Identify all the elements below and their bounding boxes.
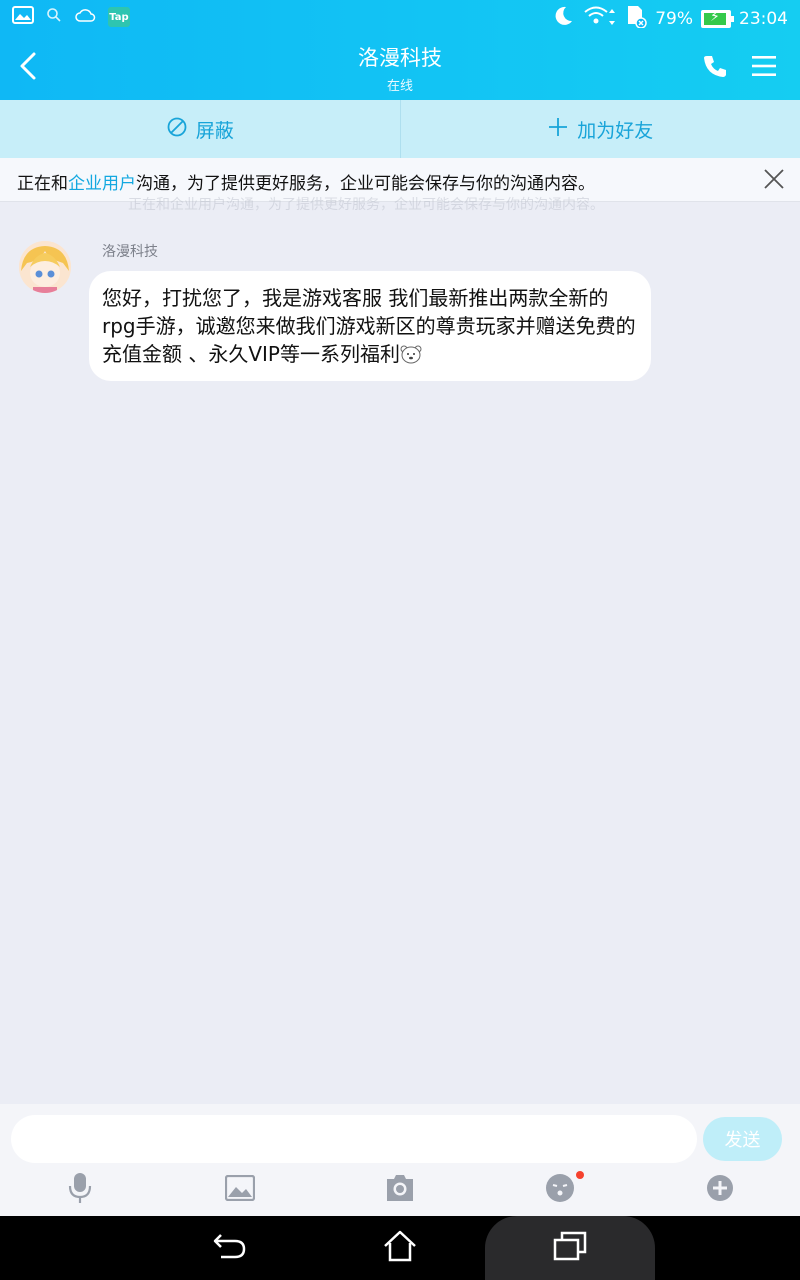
send-button[interactable]: 发送 (703, 1117, 782, 1161)
notice-suffix: 沟通，为了提供更好服务，企业可能会保存与你的沟通内容。 (136, 174, 595, 194)
microphone-icon (66, 1172, 94, 1208)
enterprise-user-link[interactable]: 企业用户 (68, 174, 136, 194)
gallery-icon (12, 6, 34, 28)
more-button[interactable] (702, 1172, 738, 1208)
chat-title: 洛漫科技 在线 (200, 42, 600, 94)
plus-circle-icon (705, 1173, 735, 1207)
recent-apps-icon (553, 1231, 587, 1265)
tap-app-icon: Tap (108, 7, 130, 27)
emoji-icon (545, 1173, 575, 1207)
system-nav-bar (0, 1216, 800, 1280)
status-bar: Tap 79% ⚡ 23:04 (0, 0, 800, 34)
call-button[interactable] (700, 52, 730, 82)
notice-text: 正在和企业用户沟通，为了提供更好服务，企业可能会保存与你的沟通内容。 (17, 169, 595, 194)
contact-name: 洛漫科技 (358, 46, 442, 70)
voice-button[interactable] (62, 1172, 98, 1208)
image-icon (224, 1174, 256, 1205)
nav-back-button[interactable] (200, 1216, 260, 1280)
sender-name: 洛漫科技 (102, 244, 158, 260)
image-button[interactable] (222, 1172, 258, 1208)
battery-percent: 79% (655, 8, 693, 29)
search-icon (46, 7, 62, 27)
message-input[interactable] (11, 1115, 697, 1163)
back-icon (14, 52, 44, 88)
phone-icon (700, 56, 730, 86)
message-body: 您好，打扰您了，我是游戏客服 我们最新推出两款全新的rpg手游，诚邀您来做我们游… (102, 286, 636, 366)
message-text: 您好，打扰您了，我是游戏客服 我们最新推出两款全新的rpg手游，诚邀您来做我们游… (102, 284, 637, 368)
clock: 23:04 (739, 8, 788, 29)
emoji-button[interactable] (542, 1172, 578, 1208)
faded-notice-text: 正在和企业用户沟通，为了提供更好服务，企业可能会保存与你的沟通内容。 (128, 197, 604, 213)
home-icon (383, 1230, 417, 1266)
new-emoji-badge (576, 1171, 584, 1179)
close-icon (762, 169, 786, 195)
message-bubble[interactable]: 您好，打扰您了，我是游戏客服 我们最新推出两款全新的rpg手游，诚邀您来做我们游… (89, 271, 651, 381)
battery-icon: ⚡ (701, 9, 734, 28)
avatar[interactable] (19, 241, 71, 293)
plus-icon (547, 116, 569, 143)
close-notice-button[interactable] (762, 167, 786, 191)
undo-back-icon (213, 1231, 247, 1265)
back-button[interactable] (14, 48, 44, 84)
nav-recent-button[interactable] (540, 1216, 600, 1280)
sd-card-icon (625, 4, 647, 33)
camera-button[interactable] (382, 1172, 418, 1208)
add-friend-button[interactable]: 加为好友 (399, 100, 800, 158)
nav-home-button[interactable] (370, 1216, 430, 1280)
bear-emoji-icon (400, 343, 422, 364)
block-icon (166, 116, 188, 143)
menu-icon (750, 56, 778, 84)
camera-icon (385, 1174, 415, 1206)
notice-prefix: 正在和 (17, 174, 68, 194)
block-label: 屏蔽 (195, 119, 234, 142)
weather-icon (74, 6, 96, 28)
wifi-icon (583, 5, 617, 32)
action-row: 屏蔽 加为好友 (0, 100, 800, 158)
add-friend-label: 加为好友 (577, 119, 654, 142)
moon-icon (551, 4, 575, 33)
online-status: 在线 (386, 79, 413, 94)
menu-button[interactable] (750, 52, 778, 80)
block-button[interactable]: 屏蔽 (0, 100, 400, 158)
title-bar: Tap 79% ⚡ 23:04 洛漫科技 在线 (0, 0, 800, 100)
